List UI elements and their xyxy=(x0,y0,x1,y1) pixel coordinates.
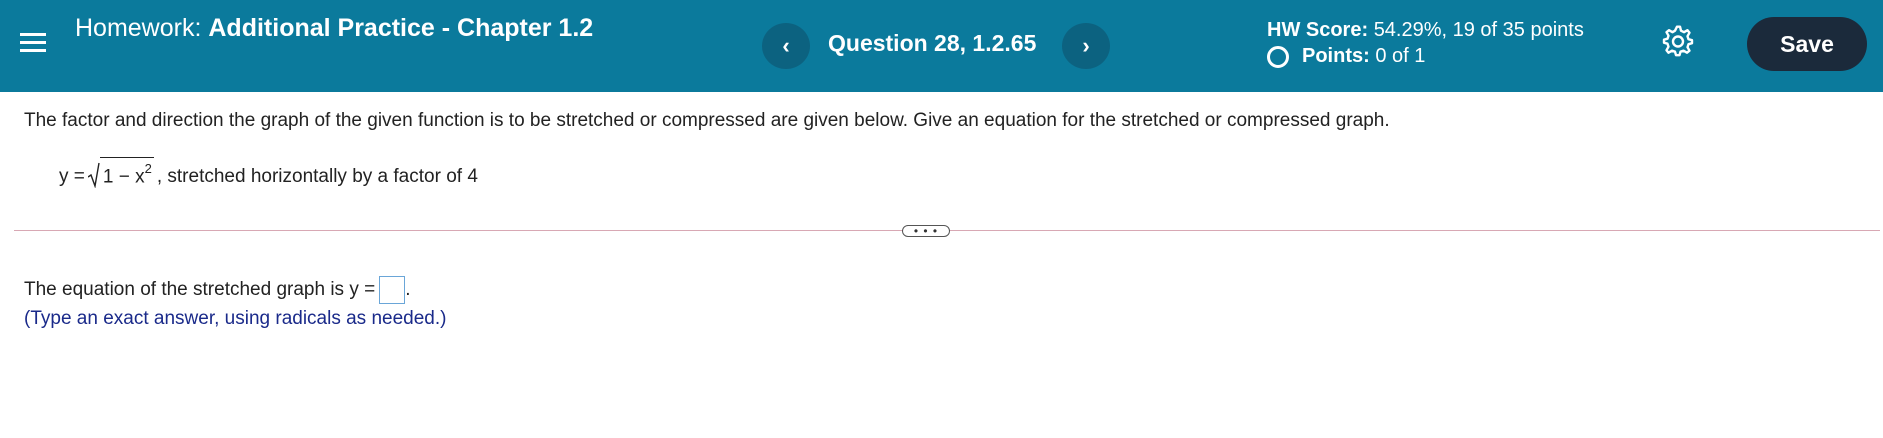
equation-prefix: y = xyxy=(59,166,85,188)
chevron-right-icon: › xyxy=(1082,33,1090,58)
gear-icon[interactable] xyxy=(1662,25,1694,57)
chevron-left-icon: ‹ xyxy=(782,33,790,58)
hw-score: HW Score: 54.29%, 19 of 35 points xyxy=(1267,16,1584,44)
points-status: Points: 0 of 1 xyxy=(1267,45,1425,68)
previous-question-button[interactable]: ‹ xyxy=(762,23,810,69)
question-number: Question 28, 1.2.65 xyxy=(828,30,1037,56)
title-name: Additional Practice - Chapter 1.2 xyxy=(208,14,594,42)
function-equation: y = 1 − x2 , stretched horizontally by a… xyxy=(59,157,478,189)
hw-score-value: 54.29%, 19 of 35 points xyxy=(1373,19,1584,41)
points-label: Points: xyxy=(1302,45,1370,67)
expand-more-button[interactable]: • • • xyxy=(902,225,950,237)
radical-sign-icon xyxy=(87,163,100,189)
problem-instructions: The factor and direction the graph of th… xyxy=(24,110,1390,131)
radicand-exponent: 2 xyxy=(144,161,152,176)
answer-prompt: The equation of the stretched graph is y… xyxy=(24,279,376,300)
answer-hint: (Type an exact answer, using radicals as… xyxy=(24,308,447,329)
answer-input[interactable] xyxy=(379,276,406,304)
next-question-button[interactable]: › xyxy=(1062,23,1110,69)
radicand: 1 − x2 xyxy=(99,157,154,188)
menu-icon[interactable] xyxy=(20,28,46,56)
points-value: 0 of 1 xyxy=(1375,45,1426,67)
square-root: 1 − x2 xyxy=(87,157,154,189)
radicand-base: 1 − x xyxy=(102,166,145,188)
header-bar: Homework: Additional Practice - Chapter … xyxy=(0,0,1883,92)
title-label: Homework: xyxy=(75,14,202,42)
save-button[interactable]: Save xyxy=(1747,17,1867,71)
hw-score-label: HW Score: xyxy=(1267,19,1369,41)
answer-period: . xyxy=(405,279,411,300)
assignment-title: Homework: Additional Practice - Chapter … xyxy=(75,14,635,42)
answer-row: The equation of the stretched graph is y… xyxy=(24,276,410,304)
equation-suffix: , stretched horizontally by a factor of … xyxy=(156,166,478,188)
circle-icon xyxy=(1267,45,1289,68)
